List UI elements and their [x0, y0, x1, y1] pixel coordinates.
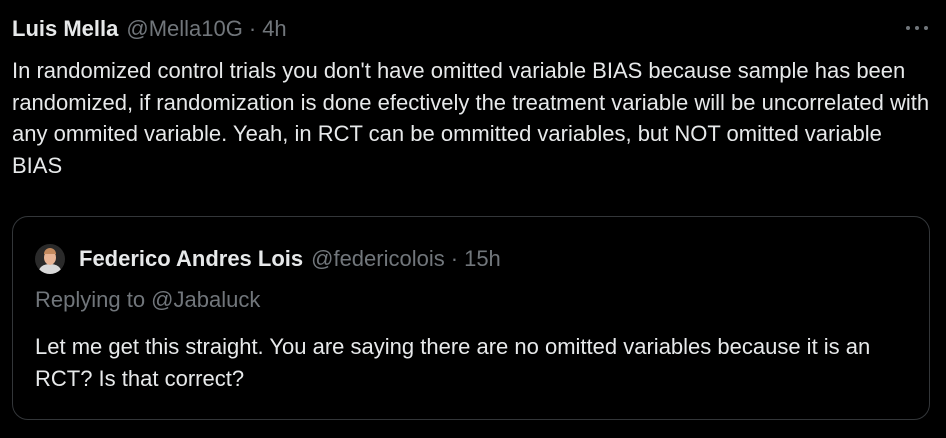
ellipsis-dot [924, 26, 928, 30]
timestamp[interactable]: 4h [262, 16, 286, 42]
quoted-timestamp: 15h [464, 246, 501, 271]
avatar[interactable] [35, 244, 65, 274]
separator-dot: · [248, 16, 257, 41]
ellipsis-icon[interactable] [906, 18, 928, 38]
tweet-text: In randomized control trials you don't h… [12, 58, 930, 178]
tweet-header: Luis Mella @Mella10G · 4h [12, 14, 287, 44]
tweet[interactable]: Luis Mella @Mella10G · 4h In randomized … [0, 0, 946, 438]
avatar-shirt [39, 264, 61, 274]
quoted-author-name: Federico Andres Lois [79, 246, 304, 271]
author-handle[interactable]: @Mella10G [126, 16, 243, 42]
ellipsis-dot [915, 26, 919, 30]
quoted-separator-dot: · [450, 246, 459, 271]
quoted-author-handle: @federicolois [311, 246, 445, 271]
quoted-tweet-text: Let me get this straight. You are saying… [35, 334, 871, 391]
quoted-tweet-header: Federico Andres Lois @federicolois · 15h [35, 243, 501, 275]
avatar-hair [44, 248, 56, 254]
author-name[interactable]: Luis Mella [12, 16, 118, 42]
replying-to: Replying to @Jabaluck [35, 287, 261, 312]
quoted-tweet[interactable]: Federico Andres Lois @federicolois · 15h… [12, 216, 930, 420]
ellipsis-dot [906, 26, 910, 30]
